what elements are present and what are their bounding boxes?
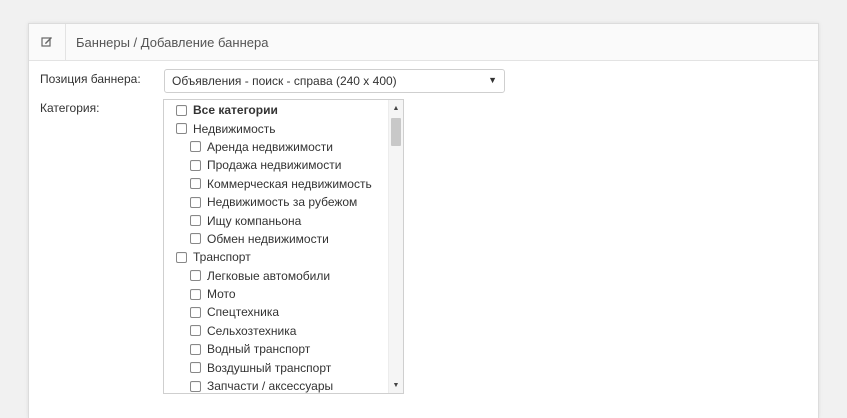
category-checkbox[interactable] <box>190 306 201 318</box>
category-label: Обмен недвижимости <box>207 231 329 246</box>
scroll-thumb[interactable] <box>391 118 401 146</box>
category-item[interactable]: Обмен недвижимости <box>164 230 388 248</box>
banner-panel: Баннеры / Добавление баннера Позиция бан… <box>28 23 819 418</box>
category-checkbox[interactable] <box>190 288 201 300</box>
category-label: Категория: <box>40 101 100 115</box>
category-list-items: Все категории Недвижимость Аренда недвижим… <box>164 100 388 393</box>
category-item[interactable]: Мото <box>164 285 388 303</box>
category-label: Транспорт <box>193 250 251 265</box>
category-item[interactable]: Продажа недвижимости <box>164 156 388 174</box>
category-item[interactable]: Водный транспорт <box>164 340 388 358</box>
category-label: Воздушный транспорт <box>207 360 332 375</box>
category-item[interactable]: Легковые автомобили <box>164 267 388 285</box>
category-checkbox[interactable] <box>190 159 201 171</box>
category-label: Недвижимость <box>193 121 276 136</box>
category-checkbox[interactable] <box>176 123 187 135</box>
category-label: Коммерческая недвижимость <box>207 176 372 191</box>
category-checkbox[interactable] <box>190 325 201 337</box>
category-label: Сельхозтехника <box>207 323 297 338</box>
category-scrollbar[interactable]: ▲ ▼ <box>388 100 403 393</box>
category-item[interactable]: Транспорт <box>164 248 388 266</box>
category-item[interactable]: Все категории <box>164 101 388 119</box>
category-checkbox[interactable] <box>190 380 201 392</box>
category-checkbox[interactable] <box>190 196 201 208</box>
category-item[interactable]: Аренда недвижимости <box>164 138 388 156</box>
category-label: Легковые автомобили <box>207 268 331 283</box>
scroll-up-arrow-icon[interactable]: ▲ <box>389 101 403 115</box>
category-checkbox[interactable] <box>190 233 201 245</box>
position-select-value: Объявления - поиск - справа (240 x 400) <box>172 74 397 88</box>
category-label: Ищу компаньона <box>207 213 302 228</box>
position-label: Позиция баннера: <box>40 72 141 86</box>
category-label: Запчасти / аксессуары <box>207 379 334 393</box>
scroll-down-arrow-icon[interactable]: ▼ <box>389 378 403 392</box>
category-checkbox[interactable] <box>190 270 201 282</box>
category-item[interactable]: Коммерческая недвижимость <box>164 175 388 193</box>
category-item[interactable]: Недвижимость <box>164 119 388 137</box>
category-item[interactable]: Ищу компаньона <box>164 211 388 229</box>
category-label: Водный транспорт <box>207 342 311 357</box>
category-label: Мото <box>207 287 236 302</box>
category-item[interactable]: Спецтехника <box>164 303 388 321</box>
position-select[interactable]: Объявления - поиск - справа (240 x 400) … <box>164 69 505 93</box>
category-label: Все категории <box>193 103 278 118</box>
category-item[interactable]: Недвижимость за рубежом <box>164 193 388 211</box>
category-checkbox[interactable] <box>190 215 201 227</box>
category-item[interactable]: Воздушный транспорт <box>164 358 388 376</box>
category-list[interactable]: Все категории Недвижимость Аренда недвижим… <box>163 99 404 394</box>
header-icon-box <box>29 24 66 60</box>
category-checkbox[interactable] <box>190 343 201 355</box>
category-checkbox[interactable] <box>190 178 201 190</box>
chevron-down-icon: ▼ <box>488 75 497 85</box>
category-item[interactable]: Сельхозтехника <box>164 322 388 340</box>
category-label: Недвижимость за рубежом <box>207 195 358 210</box>
category-checkbox[interactable] <box>176 104 187 116</box>
category-label: Спецтехника <box>207 305 279 320</box>
edit-icon <box>41 37 52 47</box>
category-checkbox[interactable] <box>176 251 187 263</box>
panel-header: Баннеры / Добавление баннера <box>29 24 818 61</box>
category-label: Аренда недвижимости <box>207 139 333 154</box>
page-title: Баннеры / Добавление баннера <box>76 34 269 50</box>
category-item[interactable]: Запчасти / аксессуары <box>164 377 388 393</box>
category-checkbox[interactable] <box>190 141 201 153</box>
category-checkbox[interactable] <box>190 362 201 374</box>
category-label: Продажа недвижимости <box>207 158 342 173</box>
